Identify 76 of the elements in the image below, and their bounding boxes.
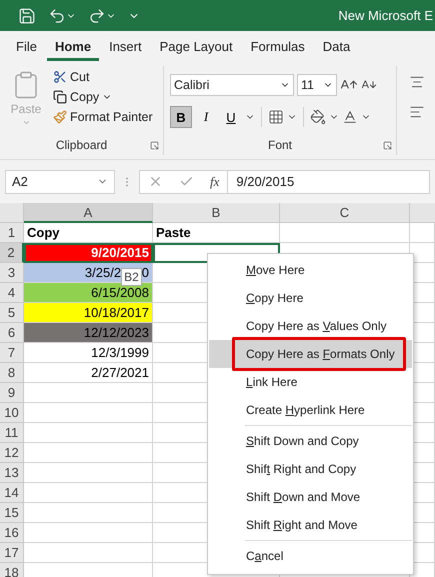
cell-text: 0	[142, 265, 149, 280]
cut-button[interactable]: Cut	[52, 68, 154, 86]
dialog-launcher-icon[interactable]	[150, 141, 159, 150]
row-header[interactable]: 9	[0, 383, 24, 403]
ribbon-tab[interactable]: File	[8, 32, 45, 60]
menu-item[interactable]: Move Here	[209, 256, 412, 284]
row-header[interactable]: 2	[0, 243, 24, 263]
menu-item[interactable]: Shift Right and Move	[209, 511, 412, 539]
paintbrush-icon	[53, 110, 67, 124]
menu-item[interactable]: Shift Down and Copy	[209, 427, 412, 455]
group-label: Clipboard	[56, 138, 108, 152]
bold-button[interactable]: B	[170, 106, 192, 128]
row-header[interactable]: 5	[0, 303, 24, 323]
formula-field[interactable]: 9/20/2015	[227, 170, 429, 192]
column-header[interactable]: A	[24, 203, 153, 223]
row-header[interactable]: 15	[0, 503, 24, 523]
menu-item[interactable]: Cancel	[209, 542, 412, 570]
table-cell	[410, 223, 435, 243]
row-header[interactable]: 18	[0, 563, 24, 577]
borders-icon[interactable]	[268, 109, 284, 125]
cell-text: 2/27/2021	[91, 365, 149, 380]
menu-item[interactable]: Create Hyperlink Here	[209, 396, 412, 424]
row-header[interactable]: 3	[0, 263, 24, 283]
menu-item[interactable]: Copy Here as Values Only	[209, 312, 412, 340]
row-header[interactable]: 16	[0, 523, 24, 543]
align-center-icon[interactable]	[409, 74, 425, 90]
cell-text: Copy	[27, 225, 60, 240]
cell-text: 12/3/1999	[91, 345, 149, 360]
cell-text: 6/15/2008	[91, 285, 149, 300]
menu-item[interactable]: Shift Down and Move	[209, 483, 412, 511]
row-header[interactable]: 8	[0, 363, 24, 383]
ribbon-tab[interactable]: Insert	[101, 32, 150, 60]
row-header[interactable]: 7	[0, 343, 24, 363]
ribbon-tab[interactable]: Formulas	[242, 32, 313, 60]
cell-text: 10/18/2017	[84, 305, 149, 320]
cell-text: 12/12/2023	[84, 325, 149, 340]
column-header[interactable]: C	[280, 203, 410, 223]
format-painter-button[interactable]: Format Painter	[52, 108, 154, 126]
underline-button[interactable]: U	[220, 106, 242, 128]
ribbon-tab[interactable]: Data	[314, 32, 358, 60]
font-name-dropdown[interactable]: Calibri	[170, 74, 294, 96]
menu-item[interactable]: Shift Right and Copy	[209, 455, 412, 483]
row-header[interactable]: 12	[0, 443, 24, 463]
undo-icon[interactable]	[48, 6, 76, 24]
redo-icon[interactable]	[88, 6, 116, 24]
row-header[interactable]: 6	[0, 323, 24, 343]
font-size-dropdown[interactable]: 11	[297, 74, 337, 96]
menu-item[interactable]: Copy Here	[209, 284, 412, 312]
insert-function-button[interactable]: fx	[202, 174, 228, 190]
row-header[interactable]: 10	[0, 403, 24, 423]
row-header[interactable]: 4	[0, 283, 24, 303]
group-label: Font	[268, 138, 292, 152]
menu-item[interactable]: Link Here	[209, 368, 412, 396]
italic-button[interactable]: I	[195, 106, 217, 128]
name-box[interactable]: A2	[5, 170, 115, 194]
row-header[interactable]: 11	[0, 423, 24, 443]
menu-item[interactable]: Copy Here as Formats Only	[209, 340, 412, 368]
ribbon-tab[interactable]: Page Layout	[152, 32, 241, 60]
row-header[interactable]: 14	[0, 483, 24, 503]
cell-reference-tooltip: B2	[121, 268, 142, 286]
row-header[interactable]: 1	[0, 223, 24, 243]
window-title: New Microsoft E	[338, 8, 434, 23]
cell-text: 3/25/2	[84, 265, 122, 280]
cell-text: 9/20/2015	[91, 245, 149, 260]
font-color-icon[interactable]	[342, 109, 358, 125]
row-header[interactable]: 17	[0, 543, 24, 563]
scissors-icon	[53, 70, 67, 84]
paint-bucket-icon[interactable]	[310, 109, 326, 125]
row-header[interactable]: 13	[0, 463, 24, 483]
copy-icon	[53, 90, 67, 104]
column-header[interactable]: B	[153, 203, 280, 223]
cell-text: Paste	[156, 225, 191, 240]
align-left-icon[interactable]	[409, 104, 425, 120]
copy-button[interactable]: Copy	[52, 88, 154, 106]
save-icon[interactable]	[18, 6, 36, 24]
dialog-launcher-icon[interactable]	[383, 141, 392, 150]
